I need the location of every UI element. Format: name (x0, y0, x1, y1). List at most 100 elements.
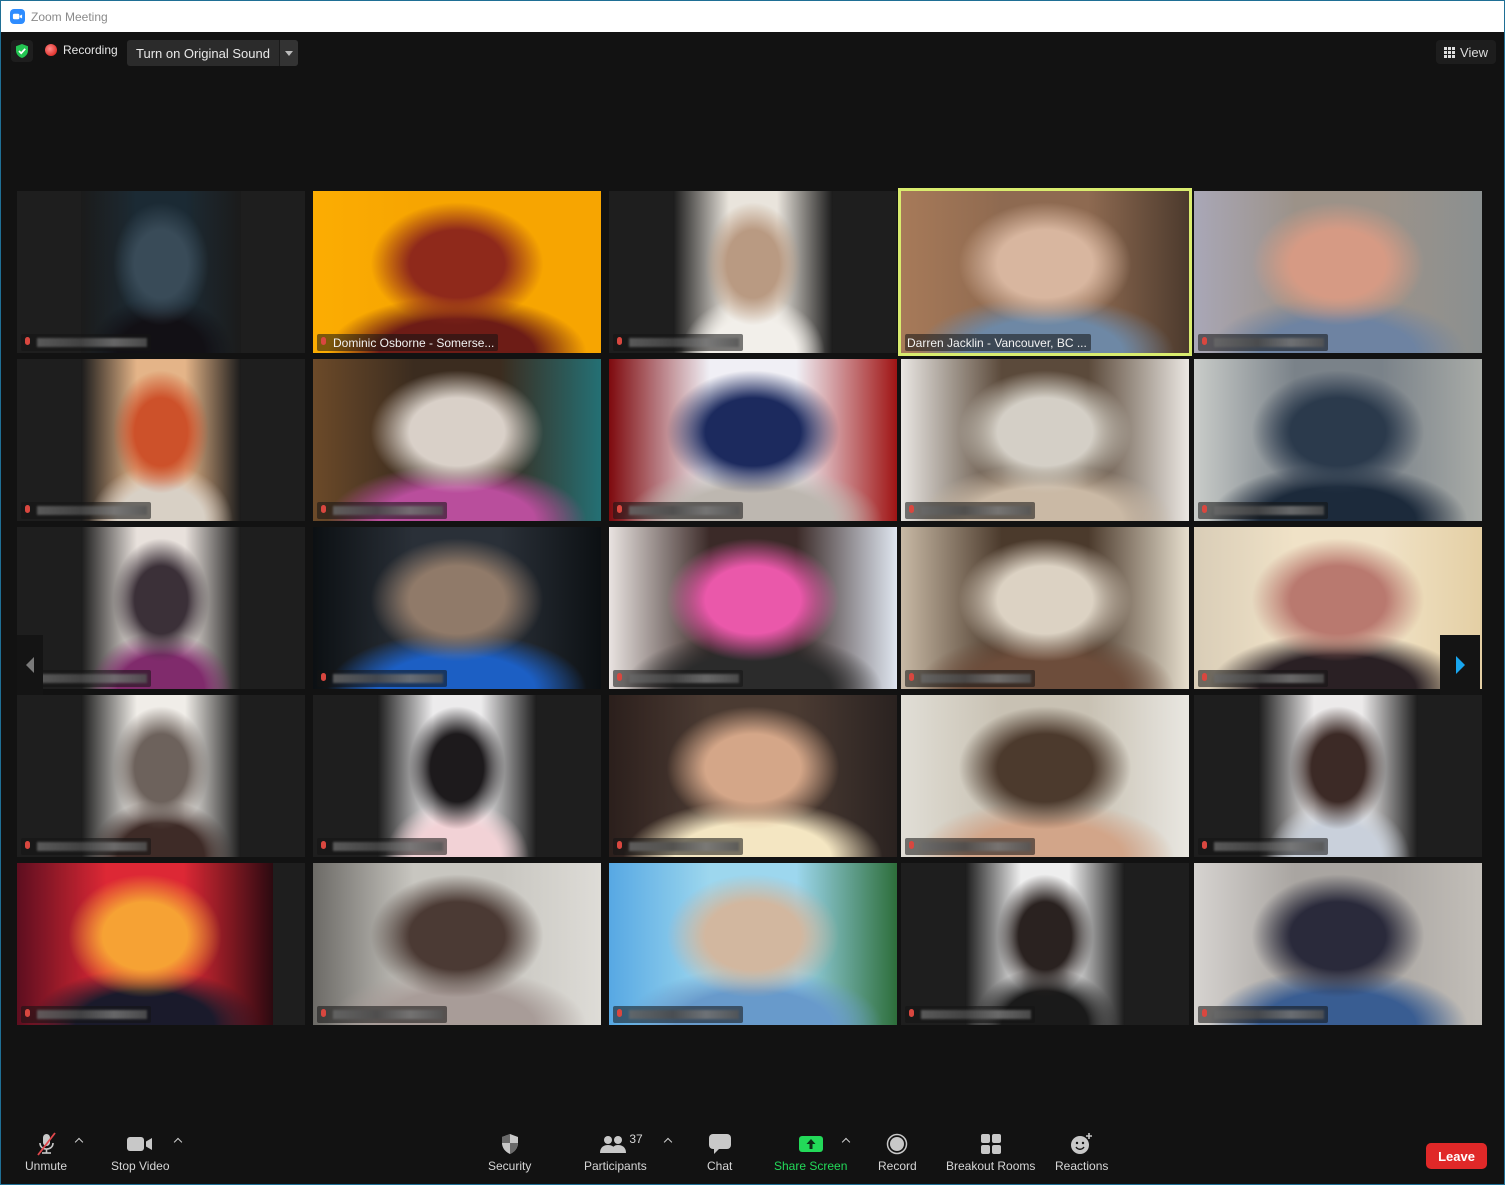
participant-tile-active-speaker[interactable]: Darren Jacklin - Vancouver, BC ... (898, 188, 1192, 356)
participant-tile[interactable] (1194, 191, 1482, 353)
participant-nameplate (613, 838, 743, 855)
participant-name: Darren Jacklin - Vancouver, BC ... (907, 335, 1087, 350)
muted-mic-icon (907, 840, 916, 853)
participant-tile[interactable] (17, 863, 305, 1025)
participant-video (313, 191, 601, 353)
participant-tile[interactable] (313, 527, 601, 689)
participant-tile[interactable] (1194, 695, 1482, 857)
participant-tile[interactable] (609, 527, 897, 689)
participant-nameplate (613, 502, 743, 519)
participant-tile[interactable]: Dominic Osborne - Somerse... (313, 191, 601, 353)
participant-name-obscured (333, 842, 443, 851)
participant-tile[interactable] (609, 359, 897, 521)
participant-tile[interactable] (1194, 359, 1482, 521)
next-page-button[interactable] (1440, 635, 1480, 695)
participant-video (17, 863, 273, 1025)
security-button[interactable]: Security (488, 1132, 531, 1173)
participant-nameplate (21, 838, 151, 855)
participant-tile[interactable] (901, 359, 1189, 521)
participants-count: 37 (629, 1132, 643, 1146)
original-sound-dropdown[interactable] (278, 40, 298, 66)
muted-mic-icon (615, 504, 624, 517)
participant-video (1194, 191, 1482, 353)
participants-button[interactable]: 37 Participants (584, 1132, 647, 1173)
participant-tile[interactable] (313, 359, 601, 521)
participant-video (81, 527, 241, 689)
participants-options-caret[interactable] (664, 1137, 672, 1145)
zoom-app-icon (10, 9, 25, 24)
unmute-button[interactable]: Unmute (25, 1132, 67, 1173)
muted-mic-icon (1200, 840, 1209, 853)
encryption-shield-icon[interactable] (11, 40, 33, 62)
meeting-top-bar: Recording Turn on Original Sound View (1, 32, 1504, 72)
record-button[interactable]: Record (878, 1132, 917, 1173)
participant-tile[interactable] (901, 863, 1189, 1025)
share-screen-button[interactable]: Share Screen (774, 1132, 847, 1173)
participant-tile[interactable] (313, 695, 601, 857)
participant-tile[interactable] (17, 527, 305, 689)
original-sound-button[interactable]: Turn on Original Sound (127, 40, 279, 66)
share-options-caret[interactable] (842, 1137, 850, 1145)
original-sound-control: Turn on Original Sound (127, 40, 298, 66)
participant-nameplate (905, 670, 1035, 687)
chevron-left-icon (26, 657, 34, 673)
share-screen-icon (798, 1132, 824, 1156)
title-bar: Zoom Meeting (1, 1, 1504, 32)
participant-video (81, 695, 241, 857)
participants-label: Participants (584, 1159, 647, 1173)
participant-tile[interactable] (17, 695, 305, 857)
muted-mic-icon (1200, 504, 1209, 517)
participant-video (609, 359, 897, 521)
participant-video (313, 359, 601, 521)
recording-dot-icon (45, 44, 57, 56)
participant-tile[interactable] (17, 359, 305, 521)
participant-name-obscured (629, 338, 739, 347)
participant-name-obscured (629, 1010, 739, 1019)
stop-video-label: Stop Video (111, 1159, 170, 1173)
participant-nameplate (1198, 838, 1328, 855)
participant-tile[interactable] (609, 695, 897, 857)
participant-tile[interactable] (901, 695, 1189, 857)
reactions-button[interactable]: Reactions (1055, 1132, 1108, 1173)
chat-button[interactable]: Chat (707, 1132, 732, 1173)
reaction-smiley-icon (1070, 1132, 1094, 1156)
chat-label: Chat (707, 1159, 733, 1173)
muted-mic-icon (319, 336, 328, 349)
participant-tile[interactable] (901, 527, 1189, 689)
reactions-label: Reactions (1055, 1159, 1109, 1173)
video-options-caret[interactable] (174, 1137, 182, 1145)
participant-nameplate: Darren Jacklin - Vancouver, BC ... (905, 334, 1091, 351)
participant-name-obscured (333, 506, 443, 515)
participant-video (81, 359, 241, 521)
participant-nameplate (613, 1006, 743, 1023)
muted-mic-icon (319, 840, 328, 853)
participant-video (901, 359, 1189, 521)
participant-nameplate (317, 1006, 447, 1023)
audio-options-caret[interactable] (75, 1137, 83, 1145)
security-shield-icon (500, 1132, 520, 1156)
participant-name-obscured (1214, 842, 1324, 851)
leave-meeting-button[interactable]: Leave (1426, 1143, 1487, 1169)
participant-video (901, 191, 1189, 353)
participant-nameplate (1198, 1006, 1328, 1023)
recording-indicator[interactable]: Recording (45, 43, 118, 57)
view-button[interactable]: View (1436, 40, 1496, 64)
participant-tile[interactable] (1194, 863, 1482, 1025)
muted-mic-icon (319, 672, 328, 685)
participant-name-obscured (37, 842, 147, 851)
previous-page-button[interactable] (17, 635, 43, 695)
participant-nameplate (905, 502, 1035, 519)
participant-tile[interactable] (609, 863, 897, 1025)
breakout-rooms-button[interactable]: Breakout Rooms (946, 1132, 1035, 1173)
participant-tile[interactable] (17, 191, 305, 353)
meeting-controls-toolbar: Unmute Stop Video Security 37 Participan… (1, 1124, 1504, 1184)
participant-tile[interactable] (1194, 527, 1482, 689)
participant-name-obscured (333, 1010, 443, 1019)
participant-tile[interactable] (609, 191, 897, 353)
participant-video (81, 191, 241, 353)
participant-tile[interactable] (313, 863, 601, 1025)
muted-mic-icon (1200, 672, 1209, 685)
unmute-label: Unmute (25, 1159, 68, 1173)
stop-video-button[interactable]: Stop Video (111, 1132, 170, 1173)
participant-video (1194, 863, 1482, 1025)
